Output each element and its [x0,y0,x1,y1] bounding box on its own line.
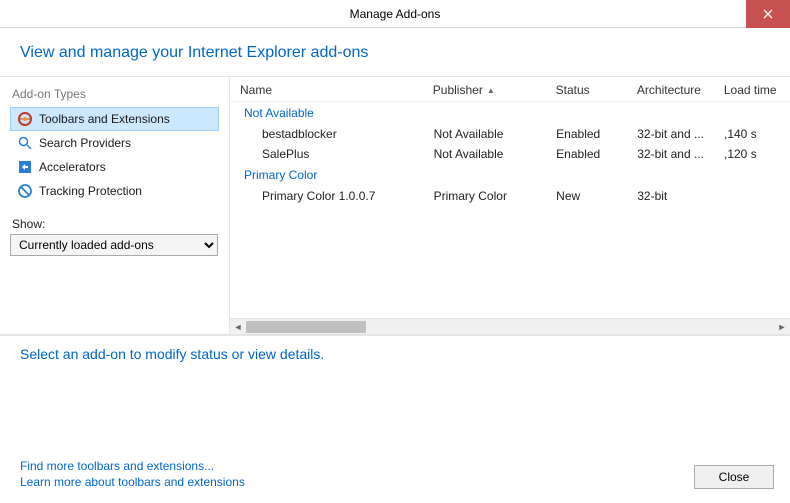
sidebar-item-search-providers[interactable]: Search Providers [10,131,219,155]
horizontal-scrollbar[interactable]: ◄ ► [230,318,790,334]
sidebar-item-tracking-protection[interactable]: Tracking Protection [10,179,219,203]
cell-name: Primary Color 1.0.0.7 [238,189,434,203]
detail-panel: Select an add-on to modify status or vie… [0,335,790,455]
column-header-name[interactable]: Name [238,83,433,97]
close-icon [763,9,773,19]
cell-name: SalePlus [238,147,434,161]
cell-architecture: 32-bit and ... [637,127,724,141]
sidebar-item-label: Toolbars and Extensions [39,112,170,126]
cell-status: Enabled [556,127,637,141]
find-more-link[interactable]: Find more toolbars and extensions... [20,459,245,473]
group-header[interactable]: Not Available [230,102,790,124]
cell-load-time: ,120 s [724,147,790,161]
scroll-right-button[interactable]: ► [774,319,790,335]
column-header-architecture[interactable]: Architecture [637,83,724,97]
show-label: Show: [12,217,219,231]
table-row[interactable]: Primary Color 1.0.0.7 Primary Color New … [230,186,790,206]
column-header-publisher-label: Publisher [433,83,483,97]
scroll-left-button[interactable]: ◄ [230,319,246,335]
window-title: Manage Add-ons [0,7,790,21]
table-header: Name Publisher ▲ Status Architecture Loa… [230,81,790,102]
toolbars-icon [17,111,33,127]
window-close-button[interactable] [746,0,790,28]
addon-table: Name Publisher ▲ Status Architecture Loa… [230,77,790,318]
cell-load-time [724,189,790,203]
sidebar-item-label: Search Providers [39,136,131,150]
sidebar-item-accelerators[interactable]: Accelerators [10,155,219,179]
sidebar-item-label: Accelerators [39,160,106,174]
main-area: Add-on Types Toolbars and Extensions Sea… [0,76,790,335]
group-header[interactable]: Primary Color [230,164,790,186]
titlebar: Manage Add-ons [0,0,790,28]
column-header-load-time[interactable]: Load time [724,83,790,97]
accelerators-icon [17,159,33,175]
tracking-protection-icon [17,183,33,199]
scroll-track[interactable] [246,319,774,335]
show-dropdown[interactable]: Currently loaded add-ons [10,234,218,256]
column-header-status[interactable]: Status [556,83,637,97]
sidebar-heading: Add-on Types [12,87,219,101]
footer-links: Find more toolbars and extensions... Lea… [20,459,245,489]
column-header-publisher[interactable]: Publisher ▲ [433,83,556,97]
header: View and manage your Internet Explorer a… [0,28,790,76]
sidebar: Add-on Types Toolbars and Extensions Sea… [0,77,230,334]
learn-more-link[interactable]: Learn more about toolbars and extensions [20,475,245,489]
table-row[interactable]: bestadblocker Not Available Enabled 32-b… [230,124,790,144]
table-row[interactable]: SalePlus Not Available Enabled 32-bit an… [230,144,790,164]
detail-placeholder: Select an add-on to modify status or vie… [20,346,770,362]
cell-status: New [556,189,637,203]
page-title: View and manage your Internet Explorer a… [20,44,770,62]
cell-status: Enabled [556,147,637,161]
scroll-thumb[interactable] [246,321,366,333]
sort-ascending-icon: ▲ [487,86,495,95]
sidebar-item-toolbars-extensions[interactable]: Toolbars and Extensions [10,107,219,131]
cell-publisher: Not Available [434,147,557,161]
close-button[interactable]: Close [694,465,774,489]
search-icon [17,135,33,151]
sidebar-item-label: Tracking Protection [39,184,142,198]
cell-load-time: ,140 s [724,127,790,141]
cell-publisher: Primary Color [434,189,557,203]
content-area: Name Publisher ▲ Status Architecture Loa… [230,77,790,334]
cell-publisher: Not Available [434,127,557,141]
cell-architecture: 32-bit and ... [637,147,724,161]
footer: Find more toolbars and extensions... Lea… [0,455,790,503]
cell-architecture: 32-bit [637,189,724,203]
cell-name: bestadblocker [238,127,434,141]
